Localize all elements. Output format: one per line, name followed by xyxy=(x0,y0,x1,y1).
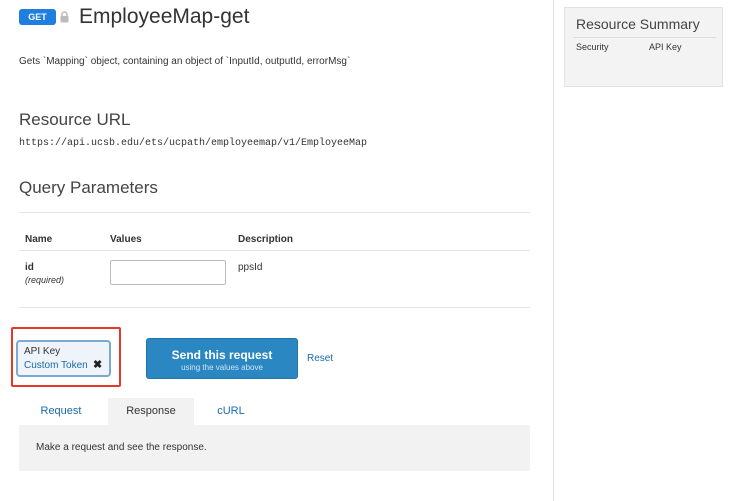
column-header-description: Description xyxy=(238,234,294,245)
divider xyxy=(19,212,530,213)
http-method-badge: GET xyxy=(19,9,56,25)
send-button-label: Send this request xyxy=(171,348,273,362)
auth-label: API Key xyxy=(24,346,61,357)
api-key-auth-chip[interactable]: API Key Custom Token ✖ xyxy=(16,340,111,377)
sidebar-divider xyxy=(553,0,554,501)
tab-request[interactable]: Request xyxy=(30,398,92,425)
param-description: ppsId xyxy=(238,262,263,273)
close-icon[interactable]: ✖ xyxy=(93,358,102,371)
summary-security-value: API Key xyxy=(649,42,682,52)
divider xyxy=(573,37,716,38)
lock-icon xyxy=(60,11,69,23)
id-param-input[interactable] xyxy=(110,260,226,285)
resource-summary-panel: Resource Summary Security API Key xyxy=(564,7,723,87)
tab-response[interactable]: Response xyxy=(108,398,194,425)
endpoint-description: Gets `Mapping` object, containing an obj… xyxy=(19,56,351,67)
column-header-name: Name xyxy=(25,234,53,245)
resource-summary-title: Resource Summary xyxy=(576,16,700,32)
summary-security-key: Security xyxy=(576,42,609,52)
response-panel: Make a request and see the response. xyxy=(19,425,530,471)
param-required-note: (required) xyxy=(25,275,65,285)
send-request-button[interactable]: Send this request using the values above xyxy=(146,338,298,379)
resource-url: https://api.ucsb.edu/ets/ucpath/employee… xyxy=(19,138,368,149)
query-parameters-heading: Query Parameters xyxy=(19,178,158,197)
reset-link[interactable]: Reset xyxy=(307,353,333,364)
response-message: Make a request and see the response. xyxy=(36,442,207,453)
send-button-sublabel: using the values above xyxy=(181,363,263,372)
page-title: EmployeeMap-get xyxy=(79,5,250,28)
tab-curl[interactable]: cURL xyxy=(200,398,262,425)
resource-url-heading: Resource URL xyxy=(19,110,131,129)
auth-value[interactable]: Custom Token xyxy=(24,360,88,371)
divider xyxy=(19,307,530,308)
divider xyxy=(19,250,530,251)
column-header-values: Values xyxy=(110,234,142,245)
param-name: id xyxy=(25,262,34,273)
